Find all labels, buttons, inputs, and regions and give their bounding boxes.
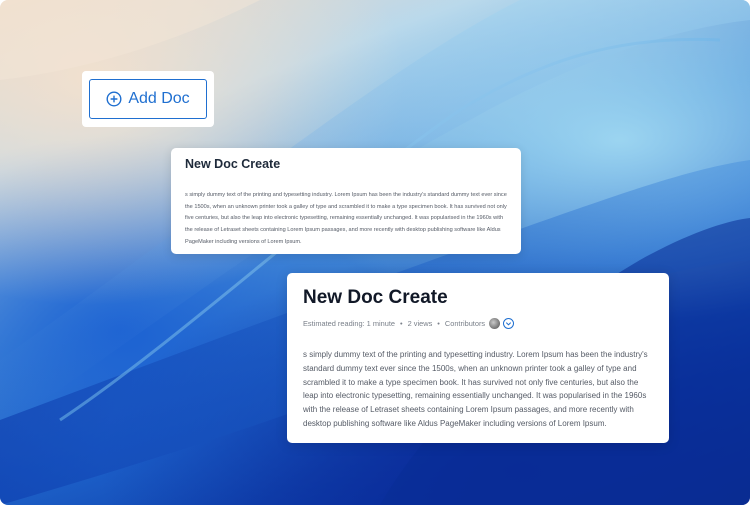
meta-separator: • [400, 319, 403, 328]
doc-card-preview[interactable]: New Doc Create s simply dummy text of th… [171, 148, 521, 254]
doc-card-body: s simply dummy text of the printing and … [185, 192, 507, 245]
add-doc-label: Add Doc [128, 90, 190, 107]
chevron-down-icon [506, 322, 512, 326]
view-count: 2 views [407, 319, 433, 328]
meta-separator: • [437, 319, 440, 328]
doc-card-expanded: New Doc Create Estimated reading: 1 minu… [287, 273, 669, 443]
doc-meta: Estimated reading: 1 minute • 2 views • … [303, 318, 653, 329]
plus-circle-icon [106, 91, 122, 107]
avatar[interactable] [489, 318, 501, 329]
add-doc-container: Add Doc [82, 71, 214, 127]
doc-title: New Doc Create [303, 287, 448, 308]
contributors-expand-button[interactable] [503, 318, 515, 329]
doc-card-title: New Doc Create [185, 157, 281, 171]
doc-body: s simply dummy text of the printing and … [303, 350, 648, 428]
app-stage: Add Doc New Doc Create s simply dummy te… [0, 0, 750, 505]
reading-time: Estimated reading: 1 minute [303, 319, 396, 328]
add-doc-button[interactable]: Add Doc [89, 79, 207, 119]
contributors-label: Contributors [444, 319, 486, 328]
